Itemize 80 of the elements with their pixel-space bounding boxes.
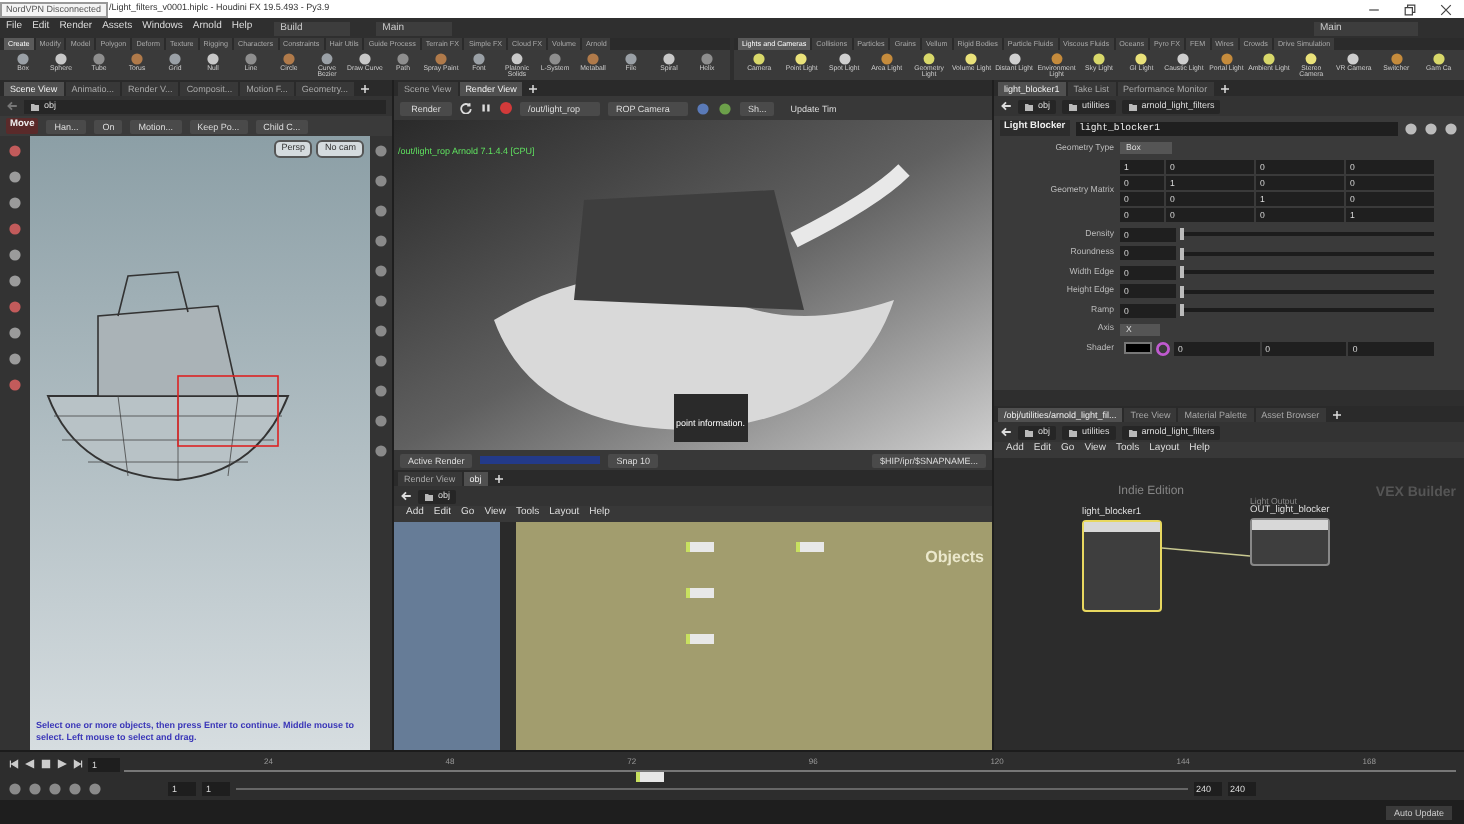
tool-icon xyxy=(320,52,334,66)
tool-icon xyxy=(54,52,68,66)
tool-icon xyxy=(1261,52,1276,66)
tool-icon xyxy=(624,52,638,66)
folder-icon xyxy=(1127,101,1138,111)
folder-icon xyxy=(1127,427,1138,437)
folder-icon xyxy=(1068,427,1079,437)
stop-icon[interactable] xyxy=(40,758,52,770)
tool-icon xyxy=(358,52,372,66)
network-node[interactable] xyxy=(636,772,664,782)
tool-icon xyxy=(374,444,388,458)
network-node[interactable] xyxy=(686,588,714,598)
tool-icon xyxy=(1304,52,1319,66)
add-tab-icon[interactable] xyxy=(360,83,371,93)
pause-icon[interactable] xyxy=(480,102,492,114)
tool-icon xyxy=(1091,52,1106,66)
tool-icon xyxy=(130,52,144,66)
tool-icon xyxy=(510,52,524,66)
network-node[interactable] xyxy=(796,542,824,552)
tool-icon xyxy=(1389,52,1404,66)
close-icon[interactable] xyxy=(1440,3,1452,15)
tool-icon xyxy=(752,52,767,66)
tool-icon xyxy=(1431,52,1446,66)
color-swatch[interactable] xyxy=(1124,342,1152,354)
tool-icon xyxy=(374,324,388,338)
tool-icon xyxy=(374,204,388,218)
folder-icon xyxy=(1024,427,1034,437)
tool-icon xyxy=(1007,52,1022,66)
tool-icon xyxy=(1176,52,1191,66)
add-tab-icon[interactable] xyxy=(528,83,539,93)
tool-icon xyxy=(92,52,106,66)
tool-icon xyxy=(374,294,388,308)
tool-icon xyxy=(374,174,388,188)
color-wheel-icon[interactable] xyxy=(1156,341,1170,355)
tool-icon xyxy=(922,52,937,66)
tool-icon xyxy=(244,52,258,66)
tool-icon xyxy=(396,52,410,66)
tool-icon xyxy=(662,52,676,66)
play-icon[interactable] xyxy=(56,758,68,770)
tool-icon xyxy=(548,52,562,66)
tool-icon xyxy=(472,52,486,66)
tool-icon xyxy=(700,52,714,66)
tool-icon xyxy=(282,52,296,66)
tool-icon xyxy=(374,354,388,368)
tool-icon xyxy=(374,144,388,158)
folder-icon xyxy=(1068,101,1079,111)
tool-icon xyxy=(837,52,852,66)
tool-icon xyxy=(1346,52,1361,66)
network-node[interactable] xyxy=(686,634,714,644)
refresh-icon[interactable] xyxy=(460,102,472,114)
connection-wire xyxy=(1162,546,1250,558)
play-backward-icon[interactable] xyxy=(24,758,36,770)
add-tab-icon[interactable] xyxy=(1331,409,1342,419)
vop-node[interactable] xyxy=(1250,518,1330,566)
tool-icon xyxy=(964,52,979,66)
tool-icon xyxy=(374,234,388,248)
tool-icon xyxy=(434,52,448,66)
tool-icon xyxy=(374,384,388,398)
folder-icon xyxy=(30,101,40,111)
tool-icon xyxy=(1219,52,1234,66)
tool-icon xyxy=(374,414,388,428)
tool-icon xyxy=(794,52,809,66)
folder-icon xyxy=(1024,101,1034,111)
tool-icon xyxy=(879,52,894,66)
tool-icon xyxy=(1134,52,1149,66)
network-context-label: Objects xyxy=(925,548,984,566)
network-node[interactable] xyxy=(686,542,714,552)
tool-icon xyxy=(374,264,388,278)
add-tab-icon[interactable] xyxy=(1219,83,1230,93)
minimize-icon[interactable] xyxy=(1368,3,1380,15)
tool-icon xyxy=(1049,52,1064,66)
restore-icon[interactable] xyxy=(1404,3,1416,15)
tool-icon xyxy=(206,52,220,66)
tool-icon xyxy=(16,52,30,66)
tool-icon xyxy=(168,52,182,66)
add-tab-icon[interactable] xyxy=(493,473,504,483)
tool-icon xyxy=(586,52,600,66)
skip-to-start-icon[interactable] xyxy=(8,758,20,770)
skip-to-end-icon[interactable] xyxy=(72,758,84,770)
folder-icon xyxy=(424,491,434,501)
